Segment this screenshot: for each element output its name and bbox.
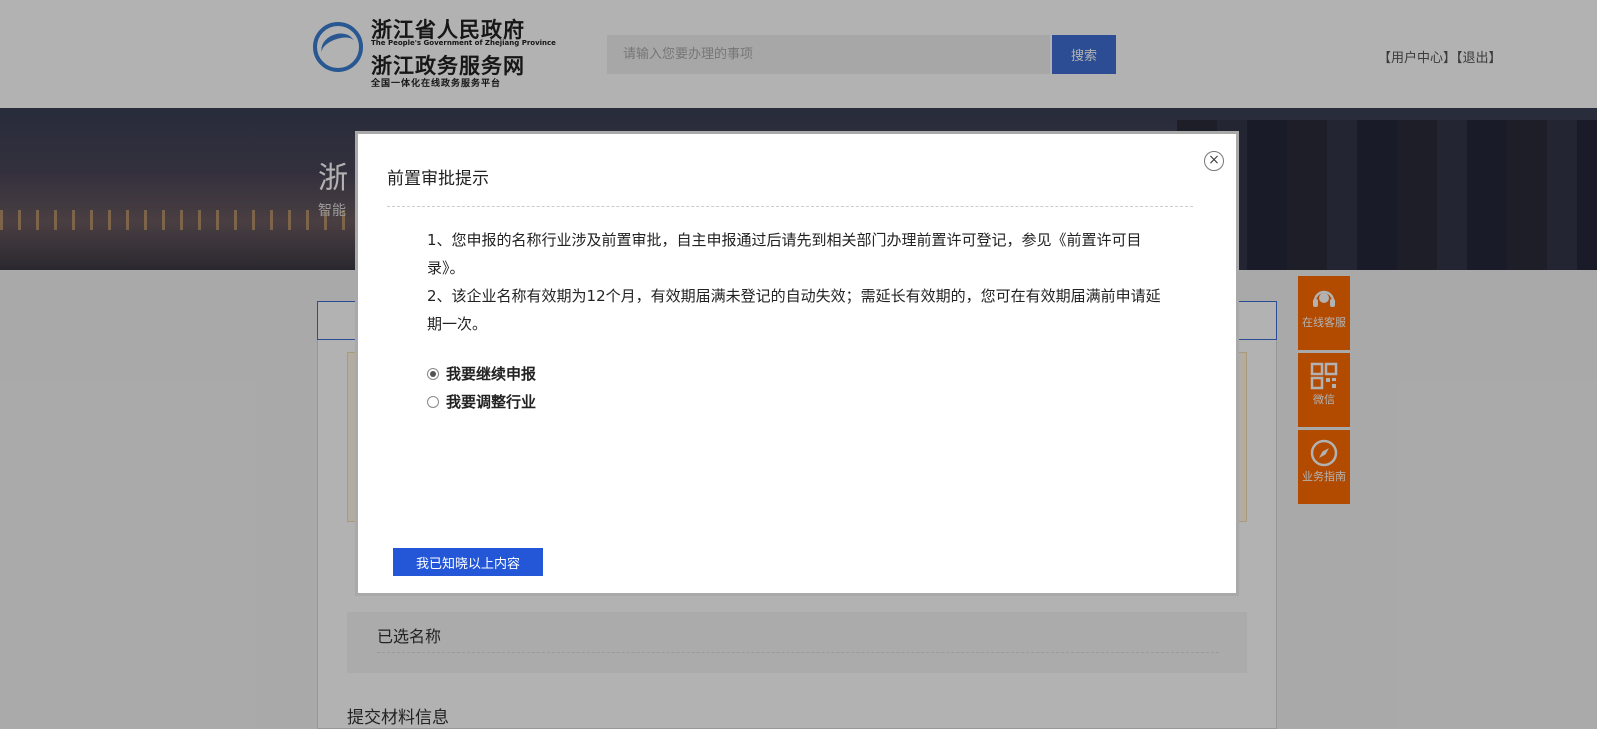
dialog-paragraph-2: 2、该企业名称有效期为12个月，有效期届满未登记的自动失效；需延长有效期的，您可… <box>427 287 1161 333</box>
radio-button-checked[interactable] <box>427 367 439 380</box>
dialog-body: 1、您申报的名称行业涉及前置审批，自主申报通过后请先到相关部门办理前置许可登记，… <box>427 226 1167 338</box>
close-icon[interactable]: × <box>1204 151 1224 171</box>
option-label: 我要继续申报 <box>446 365 537 383</box>
option-label: 我要调整行业 <box>446 393 537 411</box>
option-adjust-industry[interactable]: 我要调整行业 <box>427 391 536 412</box>
radio-button[interactable] <box>427 395 439 408</box>
pre-approval-dialog: 前置审批提示 × 1、您申报的名称行业涉及前置审批，自主申报通过后请先到相关部门… <box>355 131 1239 596</box>
option-continue-declare[interactable]: 我要继续申报 <box>427 363 536 384</box>
acknowledge-button[interactable]: 我已知晓以上内容 <box>393 548 543 576</box>
dialog-title: 前置审批提示 <box>387 169 489 189</box>
dialog-paragraph-1: 1、您申报的名称行业涉及前置审批，自主申报通过后请先到相关部门办理前置许可登记，… <box>427 231 1142 277</box>
dialog-divider <box>387 206 1193 207</box>
